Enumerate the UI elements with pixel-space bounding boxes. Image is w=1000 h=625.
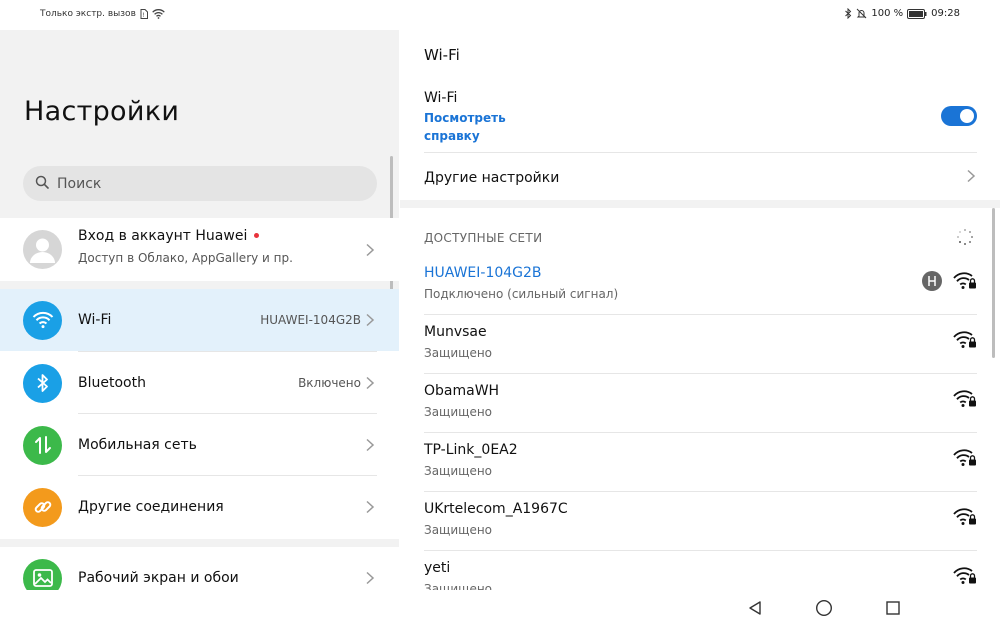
network-status: Защищено [424, 464, 493, 478]
recents-button[interactable] [883, 598, 903, 618]
more-settings-label[interactable]: Другие настройки [424, 170, 559, 186]
network-item-connected[interactable]: HUAWEI-104G2B Подключено (сильный сигнал… [400, 256, 1000, 315]
page-title: Настройки [24, 96, 180, 127]
sidebar-item-label: Рабочий экран и обои [78, 570, 239, 586]
wifi-toggle-label: Wi-Fi [424, 90, 458, 106]
sidebar-item-value: HUAWEI-104G2B [260, 313, 361, 327]
toggle-knob [960, 109, 974, 123]
network-name: yeti [424, 560, 451, 576]
link-icon [23, 487, 62, 527]
sidebar-item-bluetooth[interactable]: Bluetooth Включено [0, 352, 399, 414]
network-status: Защищено [424, 523, 493, 537]
sidebar-item-value: Включено [298, 376, 361, 390]
svg-text:!: ! [142, 12, 144, 19]
search-icon [35, 174, 49, 193]
wifi-panel: Wi-Fi Wi-Fi Посмотреть справку Другие на… [400, 30, 1000, 590]
navigation-bar [0, 590, 1000, 625]
emergency-only-text: Только экстр. вызов [40, 9, 136, 19]
settings-panel: Настройки Вход в аккаунт Huawei Доступ в… [0, 30, 399, 590]
bluetooth-status-icon [845, 8, 852, 19]
mute-icon [856, 8, 867, 19]
no-sim-icon: ! [140, 9, 148, 19]
sidebar-item-wifi[interactable]: Wi-Fi HUAWEI-104G2B [0, 289, 399, 351]
clock: 09:28 [931, 8, 960, 19]
network-item[interactable]: Munvsae Защищено [400, 315, 1000, 374]
loading-spinner-icon [957, 229, 973, 245]
network-status: Защищено [424, 346, 493, 360]
sidebar-item-label: Bluetooth [78, 375, 146, 391]
chevron-right-icon [366, 243, 375, 257]
back-button[interactable] [745, 598, 765, 618]
network-name: Munvsae [424, 324, 487, 340]
network-name: UKrtelecom_A1967C [424, 501, 568, 517]
section-gap [400, 200, 1000, 208]
search-bar[interactable] [23, 166, 377, 201]
sidebar-item-label: Мобильная сеть [78, 437, 197, 453]
chevron-right-icon [366, 500, 375, 514]
account-row[interactable]: Вход в аккаунт Huawei Доступ в Облако, A… [0, 218, 399, 281]
network-name: ObamaWH [424, 383, 500, 399]
wifi-lock-icon [953, 331, 976, 348]
battery-icon [907, 8, 927, 19]
network-item[interactable]: UKrtelecom_A1967C Защищено [400, 492, 1000, 551]
network-item[interactable]: TP-Link_0EA2 Защищено [400, 433, 1000, 492]
wifi-lock-icon [953, 449, 976, 466]
chevron-right-icon [366, 438, 375, 452]
account-subtitle: Доступ в Облако, AppGallery и пр. [78, 251, 293, 265]
divider [78, 351, 377, 352]
account-title: Вход в аккаунт Huawei [78, 228, 259, 244]
connectivity-card: Wi-Fi HUAWEI-104G2B Bluetooth Включено М… [0, 289, 399, 539]
avatar [23, 230, 62, 269]
back-triangle-icon [749, 601, 761, 615]
wifi-toggle[interactable] [941, 106, 977, 126]
home-button[interactable] [814, 598, 834, 618]
image-icon [23, 558, 62, 590]
available-networks-header: ДОСТУПНЫЕ СЕТИ [424, 231, 543, 245]
status-right: 100 % 09:28 [845, 8, 960, 19]
sidebar-item-label: Wi-Fi [78, 312, 112, 328]
wifi-status-icon [152, 9, 165, 19]
chevron-right-icon [366, 376, 375, 390]
help-link[interactable]: Посмотреть справку [424, 109, 534, 145]
network-status: Подключено (сильный сигнал) [424, 287, 619, 301]
divider [78, 413, 377, 414]
network-status: Защищено [424, 405, 493, 419]
wifi-lock-icon [953, 390, 976, 407]
status-left: Только экстр. вызов ! [40, 9, 165, 19]
bluetooth-icon [23, 363, 62, 403]
display-card: Рабочий экран и обои [0, 547, 399, 590]
network-status: Защищено [424, 582, 493, 590]
sidebar-item-home-screen[interactable]: Рабочий экран и обои [0, 547, 399, 590]
chevron-right-icon [366, 313, 375, 327]
wifi-lock-icon [953, 567, 976, 584]
battery-percent: 100 % [871, 8, 904, 19]
home-circle-icon [815, 599, 833, 617]
recents-square-icon [886, 601, 900, 615]
network-item[interactable]: yeti Защищено [400, 551, 1000, 590]
divider [78, 475, 377, 476]
account-card[interactable]: Вход в аккаунт Huawei Доступ в Облако, A… [0, 218, 399, 281]
account-title-text: Вход в аккаунт Huawei [78, 228, 248, 244]
network-item[interactable]: ObamaWH Защищено [400, 374, 1000, 433]
wifi-lock-icon [953, 508, 976, 525]
sidebar-item-other-connections[interactable]: Другие соединения [0, 476, 399, 538]
chevron-right-icon [967, 169, 976, 183]
divider [424, 152, 977, 153]
notification-dot [253, 233, 259, 238]
network-name: TP-Link_0EA2 [424, 442, 518, 458]
status-bar: Только экстр. вызов ! 100 % 09:28 [0, 0, 1000, 30]
search-input[interactable] [57, 175, 337, 192]
sidebar-item-label: Другие соединения [78, 499, 224, 515]
panel-title: Wi-Fi [424, 46, 460, 64]
sidebar-item-mobile-network[interactable]: Мобильная сеть [0, 414, 399, 476]
wifi-icon [23, 300, 62, 340]
network-name: HUAWEI-104G2B [424, 265, 542, 281]
wifi-lock-icon [953, 272, 976, 289]
share-network-icon[interactable] [922, 271, 942, 291]
mobile-data-icon [23, 425, 62, 465]
chevron-right-icon [366, 571, 375, 585]
